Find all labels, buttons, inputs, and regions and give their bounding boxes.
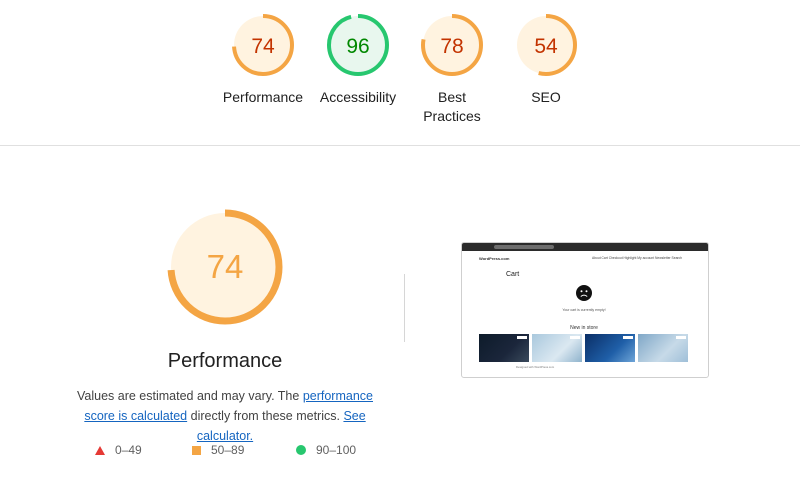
- product-image: [479, 334, 529, 362]
- gauge-ring: 74: [232, 14, 294, 76]
- gauge-score: 96: [346, 35, 369, 58]
- performance-title: Performance: [167, 350, 283, 372]
- gauge-score: 74: [251, 35, 275, 58]
- gauge-seo[interactable]: 54 SEO: [491, 12, 601, 107]
- performance-description: Values are estimated and may vary. The p…: [62, 386, 388, 446]
- category-scores: 74 Performance 96 Accessibility 78 Best …: [0, 0, 800, 145]
- new-in-store-heading: New in store: [570, 325, 598, 331]
- desc-text: directly from these metrics.: [187, 409, 344, 423]
- vertical-separator: [404, 274, 405, 342]
- product-image: [532, 334, 582, 362]
- performance-section: 74 Performance Values are estimated and …: [0, 146, 800, 500]
- gauge-ring: 96: [327, 14, 389, 76]
- performance-score: 74: [207, 248, 244, 285]
- square-icon: [192, 445, 201, 455]
- legend-item-average: 50–89: [192, 443, 244, 457]
- gauge-score: 78: [440, 35, 463, 58]
- final-screenshot-thumbnail[interactable]: WordPress.com About Cart Checkout Highli…: [461, 242, 709, 378]
- sad-face-icon: [576, 285, 592, 301]
- triangle-icon: [95, 445, 105, 455]
- performance-big-gauge: 74: [167, 209, 283, 325]
- site-nav-links: About Cart Checkout Highlight My account…: [592, 256, 682, 260]
- legend-range: 0–49: [115, 443, 142, 457]
- site-brand: WordPress.com: [479, 256, 510, 261]
- legend-range: 90–100: [316, 443, 357, 457]
- gauge-ring: 78: [421, 14, 483, 76]
- desc-text: Values are estimated and may vary. The: [77, 389, 303, 403]
- cart-heading: Cart: [506, 271, 520, 278]
- gauge-performance[interactable]: 74 Performance: [208, 12, 318, 107]
- product-image: [585, 334, 635, 362]
- score-legend: 0–49 50–89 90–100: [0, 443, 800, 463]
- empty-cart-message: Your cart is currently empty!: [562, 308, 606, 312]
- product-image: [638, 334, 688, 362]
- gauge-score: 54: [534, 35, 558, 58]
- legend-range: 50–89: [211, 443, 245, 457]
- url-bar: [494, 245, 554, 249]
- browser-chrome: [462, 243, 708, 251]
- circle-icon: [296, 445, 306, 455]
- site-header: WordPress.com About Cart Checkout Highli…: [462, 255, 708, 263]
- gauge-label: Best Practices: [423, 89, 481, 124]
- gauge-label: SEO: [531, 89, 561, 105]
- gauge-ring: 54: [515, 14, 577, 76]
- legend-item-pass: 90–100: [296, 443, 356, 457]
- gauge-label: Performance: [222, 89, 304, 105]
- legend-item-fail: 0–49: [95, 443, 142, 457]
- site-footer: Designed with WordPress.com: [516, 365, 555, 369]
